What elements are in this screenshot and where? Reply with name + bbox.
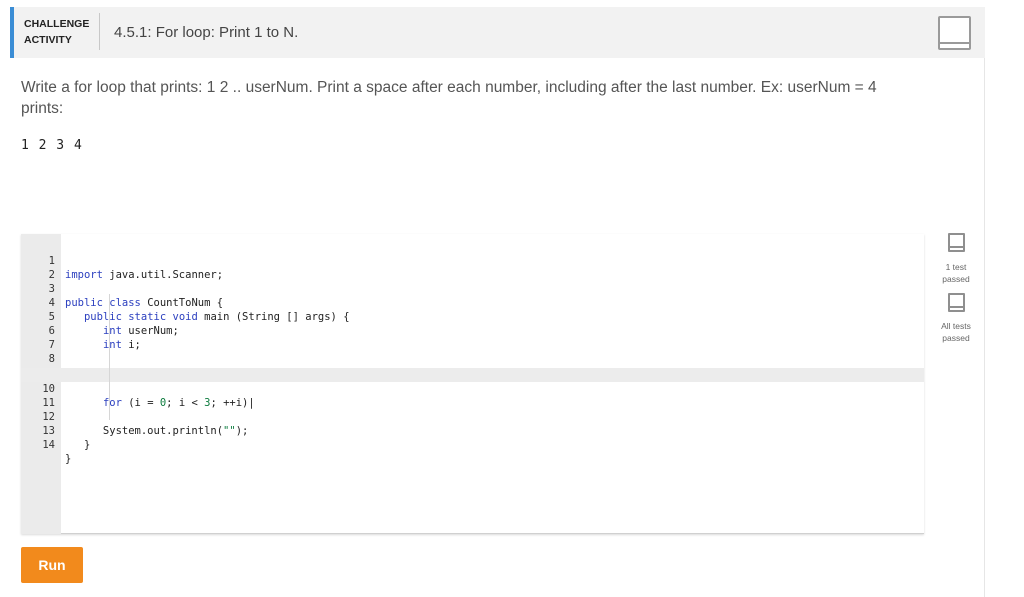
- all-tests-status-label: All tests passed: [931, 320, 981, 344]
- prompt-line2: prints:: [21, 100, 64, 117]
- all-tests-status-icon: [948, 293, 965, 312]
- activity-prompt: Write a for loop that prints: 1 2 .. use…: [21, 77, 921, 119]
- activity-header: CHALLENGE ACTIVITY 4.5.1: For loop: Prin…: [10, 7, 985, 58]
- header-divider: [99, 13, 100, 50]
- test-status-line2: passed: [942, 274, 970, 284]
- code-line[interactable]: 7: [21, 324, 924, 351]
- code-line[interactable]: 1 import java.util.Scanner;: [21, 240, 924, 281]
- test-status-line1: 1 test: [945, 262, 967, 272]
- indent-guide: [109, 294, 110, 420]
- code-line[interactable]: 5 int userNum;: [21, 296, 924, 337]
- code-line[interactable]: 13 }: [21, 410, 924, 451]
- line-number: 14: [42, 439, 55, 451]
- activity-type-line2: ACTIVITY: [24, 34, 72, 46]
- run-button[interactable]: Run: [21, 547, 83, 583]
- prompt-line1: Write a for loop that prints: 1 2 .. use…: [21, 79, 877, 96]
- code-line[interactable]: 6 int i;: [21, 310, 924, 351]
- activity-type-label: CHALLENGE ACTIVITY: [24, 16, 100, 48]
- code-line-active[interactable]: 10 for (i = 0; i < 3; ++i)|: [21, 368, 924, 409]
- code-text[interactable]: }: [65, 438, 90, 452]
- code-line[interactable]: 2: [21, 254, 924, 281]
- challenge-activity-panel: CHALLENGE ACTIVITY 4.5.1: For loop: Prin…: [10, 7, 985, 597]
- all-tests-status-line2: passed: [942, 333, 970, 343]
- code-line[interactable]: 9: [21, 352, 924, 379]
- code-line[interactable]: 14 }: [21, 424, 924, 465]
- example-output: 1 2 3 4: [21, 138, 83, 153]
- header-accent-bar: [10, 7, 14, 58]
- code-line[interactable]: 12 System.out.println("");: [21, 396, 924, 437]
- all-tests-status-line1: All tests: [941, 321, 971, 331]
- test-status-icon: [948, 233, 965, 252]
- activity-type-line1: CHALLENGE: [24, 18, 90, 30]
- activity-title: 4.5.1: For loop: Print 1 to N.: [114, 24, 299, 41]
- code-line[interactable]: 11: [21, 382, 924, 409]
- code-line[interactable]: 3 public class CountToNum {: [21, 268, 924, 309]
- code-line[interactable]: 8 userNum = 4;: [21, 338, 924, 379]
- code-editor[interactable]: 1 import java.util.Scanner; 2 3 public c…: [21, 234, 924, 534]
- code-line[interactable]: 4 public static void main (String [] arg…: [21, 282, 924, 323]
- test-status-label: 1 test passed: [931, 261, 981, 285]
- code-text[interactable]: }: [65, 452, 71, 466]
- completion-status-icon: [938, 16, 971, 50]
